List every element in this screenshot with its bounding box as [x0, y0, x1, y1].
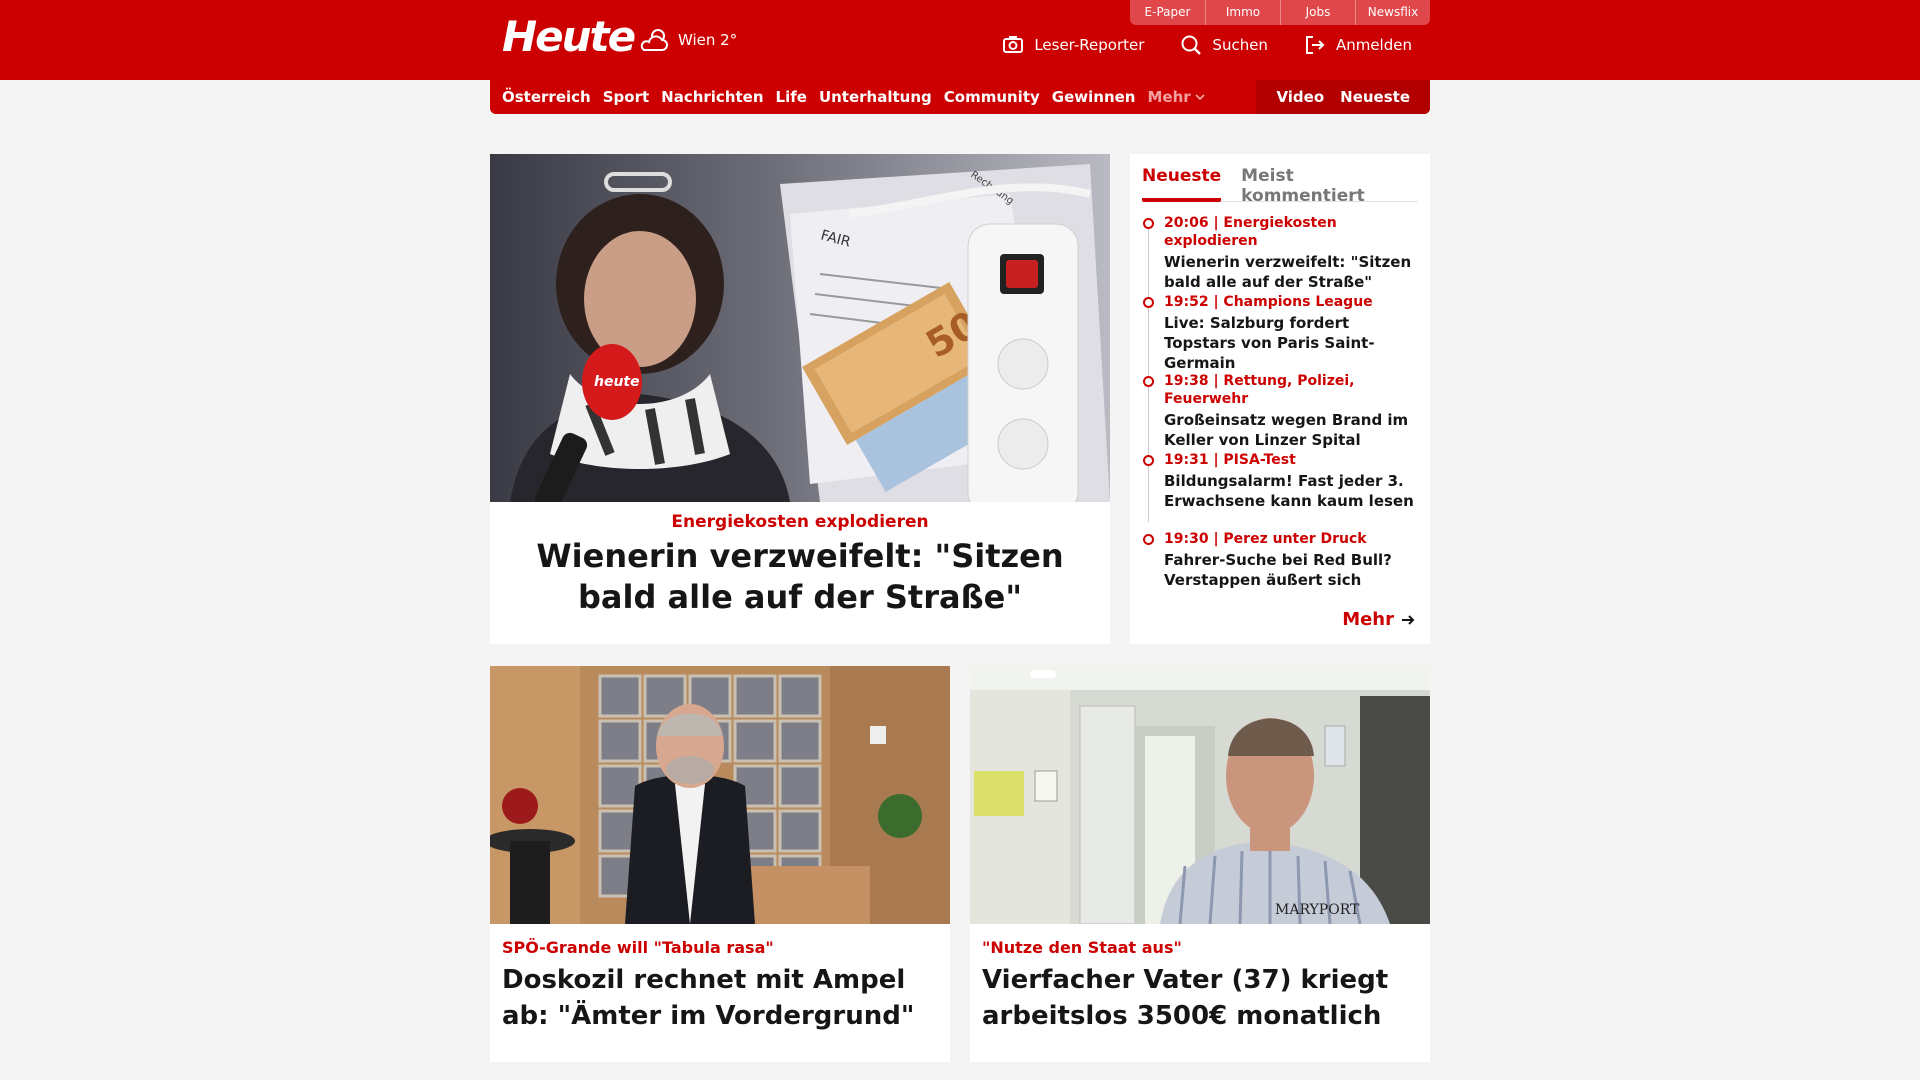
vater-photo: MARYPORT — [970, 666, 1430, 924]
article-title[interactable]: Doskozil rechnet mit Ampel ab: "Ämter im… — [502, 962, 938, 1034]
quicklink-epaper[interactable]: E-Paper — [1130, 0, 1205, 25]
leser-reporter-label: Leser-Reporter — [1034, 36, 1145, 54]
cloud-sun-icon — [640, 29, 668, 51]
timeline-dot — [1143, 455, 1154, 466]
doskozil-photo — [490, 666, 950, 924]
timeline-meta: 19:30 | Perez unter Druck — [1164, 531, 1367, 547]
timeline-dot — [1143, 376, 1154, 387]
quicklink-jobs[interactable]: Jobs — [1280, 0, 1355, 25]
latest-news-sidebar: Neueste Meist kommentiert 20:06 | Energi… — [1130, 154, 1430, 644]
article-image-doskozil[interactable] — [490, 666, 950, 924]
article-kicker: "Nutze den Staat aus" — [982, 938, 1182, 957]
nav-item-nachrichten[interactable]: Nachrichten — [661, 88, 763, 106]
timeline-title[interactable]: Großeinsatz wegen Brand im Keller von Li… — [1164, 410, 1420, 450]
nav-more-label: Mehr — [1147, 88, 1191, 106]
nav-right: Video Neueste — [1256, 80, 1430, 114]
nav-items: Österreich Sport Nachrichten Life Unterh… — [502, 80, 1205, 114]
chevron-down-icon — [1195, 94, 1205, 101]
weather-text: Wien 2° — [678, 31, 738, 49]
timeline-dot — [1143, 218, 1154, 229]
article-card-vater[interactable]: MARYPORT "Nutze den Staat aus" Vierfache… — [970, 666, 1430, 1062]
tab-meist-kommentiert[interactable]: Meist kommentiert — [1241, 164, 1418, 206]
hero-photo: Rechnung FAIR 50 heute — [490, 154, 1110, 502]
timeline-item[interactable]: 19:38 | Rettung, Polizei, Feuerwehr Groß… — [1142, 372, 1420, 451]
sidebar-tabs: Neueste Meist kommentiert — [1142, 164, 1418, 206]
leser-reporter-button[interactable]: Leser-Reporter — [1002, 34, 1144, 56]
more-news-label: Mehr — [1342, 609, 1394, 630]
hero-image[interactable]: Rechnung FAIR 50 heute — [490, 154, 1110, 502]
timeline-meta: 19:31 | PISA-Test — [1164, 452, 1296, 468]
timeline-meta: 19:52 | Champions League — [1164, 294, 1373, 310]
login-button[interactable]: Anmelden — [1304, 34, 1412, 56]
timeline-item[interactable]: 19:30 | Perez unter Druck Fahrer-Suche b… — [1142, 530, 1420, 609]
login-label: Anmelden — [1335, 36, 1412, 54]
nav-item-oesterreich[interactable]: Österreich — [502, 88, 591, 106]
quicklinks-bar: E-Paper Immo Jobs Newsflix — [1130, 0, 1430, 25]
timeline-title[interactable]: Wienerin verzweifelt: "Sitzen bald alle … — [1164, 252, 1420, 292]
mic-logo-text: heute — [594, 374, 640, 390]
nav-item-gewinnen[interactable]: Gewinnen — [1052, 88, 1136, 106]
article-kicker: SPÖ-Grande will "Tabula rasa" — [502, 938, 774, 957]
nav-item-community[interactable]: Community — [944, 88, 1040, 106]
hero-article[interactable]: Rechnung FAIR 50 heute Energiekosten exp… — [490, 154, 1110, 644]
arrow-right-icon — [1402, 614, 1415, 625]
search-button[interactable]: Suchen — [1180, 34, 1268, 56]
site-header: Heute Wien 2° E-Paper Immo Jobs Newsflix… — [0, 0, 1920, 80]
timeline-meta: 20:06 | Energiekosten explodieren — [1164, 215, 1337, 249]
nav-item-sport[interactable]: Sport — [603, 88, 649, 106]
more-news-link[interactable]: Mehr — [1342, 609, 1416, 630]
nav-item-neueste[interactable]: Neueste — [1340, 88, 1410, 106]
tab-neueste[interactable]: Neueste — [1142, 164, 1222, 202]
nav-item-life[interactable]: Life — [776, 88, 807, 106]
timeline-dot — [1143, 534, 1154, 545]
timeline-dot — [1143, 297, 1154, 308]
heute-logo[interactable]: Heute — [502, 12, 636, 61]
header-inner: Heute Wien 2° E-Paper Immo Jobs Newsflix… — [490, 0, 1430, 80]
article-card-doskozil[interactable]: SPÖ-Grande will "Tabula rasa" Doskozil r… — [490, 666, 950, 1062]
article-image-vater[interactable]: MARYPORT — [970, 666, 1430, 924]
header-actions: Leser-Reporter Suchen Anmelden — [1002, 34, 1412, 56]
search-label: Suchen — [1212, 36, 1268, 54]
news-timeline: 20:06 | Energiekosten explodieren Wiener… — [1142, 214, 1420, 609]
timeline-item[interactable]: 19:31 | PISA-Test Bildungsalarm! Fast je… — [1142, 451, 1420, 530]
timeline-title[interactable]: Bildungsalarm! Fast jeder 3. Erwachsene … — [1164, 471, 1420, 511]
nav-more-dropdown[interactable]: Mehr — [1147, 88, 1205, 106]
timeline-item[interactable]: 20:06 | Energiekosten explodieren Wiener… — [1142, 214, 1420, 293]
timeline-meta: 19:38 | Rettung, Polizei, Feuerwehr — [1164, 373, 1355, 407]
search-icon — [1181, 35, 1202, 55]
quicklink-immo[interactable]: Immo — [1205, 0, 1280, 25]
hero-kicker: Energiekosten explodieren — [671, 512, 929, 532]
quicklink-newsflix[interactable]: Newsflix — [1355, 0, 1430, 25]
nav-item-video[interactable]: Video — [1276, 88, 1324, 106]
shirt-print: MARYPORT — [1275, 902, 1360, 918]
timeline-title[interactable]: Live: Salzburg fordert Topstars von Pari… — [1164, 313, 1420, 373]
login-icon — [1305, 36, 1325, 54]
nav-item-unterhaltung[interactable]: Unterhaltung — [819, 88, 932, 106]
article-title[interactable]: Vierfacher Vater (37) kriegt arbeitslos … — [982, 962, 1418, 1034]
weather-widget[interactable]: Wien 2° — [638, 26, 737, 54]
camera-icon — [1003, 36, 1024, 53]
timeline-title[interactable]: Fahrer-Suche bei Red Bull? Verstappen äu… — [1164, 550, 1420, 590]
main-nav: Österreich Sport Nachrichten Life Unterh… — [490, 80, 1430, 114]
timeline-item[interactable]: 19:52 | Champions League Live: Salzburg … — [1142, 293, 1420, 372]
hero-title[interactable]: Wienerin verzweifelt: "Sitzen bald alle … — [500, 536, 1100, 618]
